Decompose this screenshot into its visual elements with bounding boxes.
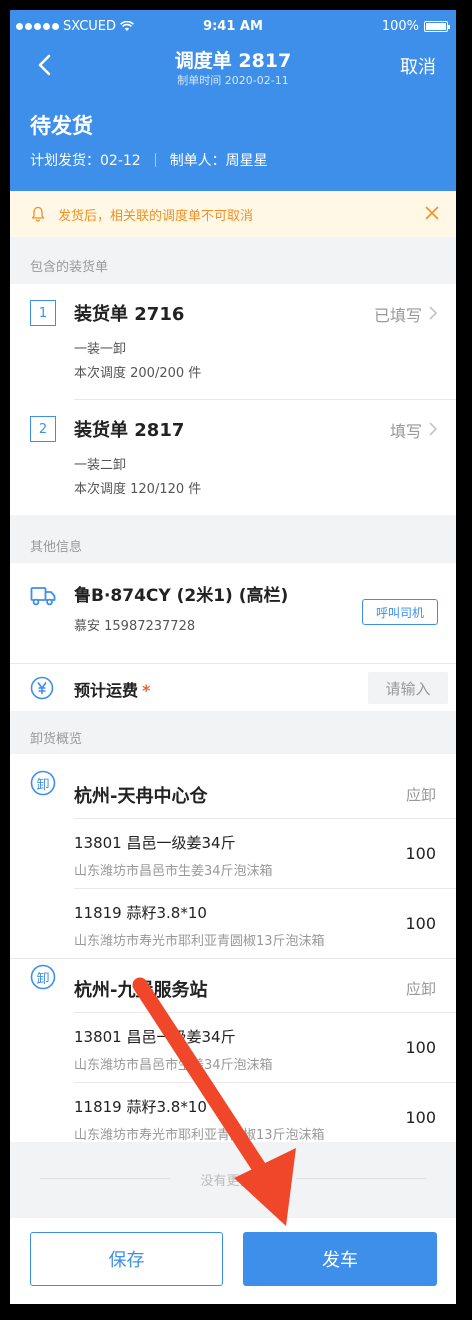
goods-desc: 山东潍坊市昌邑市生姜34斤泡沫箱 [74, 1058, 273, 1073]
goods-qty: 100 [405, 844, 436, 863]
loading-order-title: 装货单 2817 [74, 420, 185, 441]
freight-label: 预计运费 * [74, 677, 150, 701]
divider [74, 818, 456, 819]
unload-icon-label: 卸 [36, 777, 50, 793]
vehicle-plate: 鲁B·874CY (2米1) (高栏) [74, 586, 289, 606]
vehicle-row: 鲁B·874CY (2米1) (高栏) 慕安 15987237728 呼叫司机 [10, 563, 456, 663]
destination-tag: 应卸 [405, 786, 436, 804]
header: SXCUED 9:41 AM 100% 调度单 2817 制单时间 2020-0… [10, 10, 456, 191]
divider [74, 888, 456, 889]
goods-qty: 100 [405, 914, 436, 933]
required-mark: * [142, 681, 151, 700]
warning-notice: 发货后，相关联的调度单不可取消 [10, 191, 456, 237]
destination-name: 杭州-天冉中心仓 [74, 786, 208, 807]
depart-button[interactable]: 发车 [243, 1232, 437, 1286]
truck-icon [30, 587, 56, 606]
goods-name: 11819 蒜籽3.8*10 [74, 904, 207, 922]
destination-name: 杭州-九堡服务站 [74, 980, 208, 1001]
section-label-other: 其他信息 [30, 540, 83, 555]
goods-name: 11819 蒜籽3.8*10 [74, 1098, 207, 1116]
other-info-card: 鲁B·874CY (2米1) (高栏) 慕安 15987237728 呼叫司机 … [10, 563, 456, 711]
divider [74, 1082, 456, 1083]
loading-order-item[interactable]: 1 装货单 2716 一装一卸 本次调度 200/200 件 已填写 [10, 284, 456, 399]
driver-info: 慕安 15987237728 [74, 619, 196, 634]
order-index-badge: 1 [30, 300, 56, 326]
yen-icon [30, 676, 54, 700]
goods-desc: 山东潍坊市寿光市耶利亚青圆椒13斤泡沫箱 [74, 934, 325, 949]
page-subtitle: 制单时间 2020-02-11 [177, 74, 289, 87]
bell-icon [31, 206, 45, 222]
unload-icon-label: 卸 [36, 971, 50, 987]
goods-qty: 100 [405, 1108, 436, 1127]
meta-divider [154, 153, 156, 167]
freight-label-text: 预计运费 [74, 681, 139, 700]
loading-order-item[interactable]: 2 装货单 2817 一装二卸 本次调度 120/120 件 填写 [10, 400, 456, 515]
loading-order-mode: 一装一卸 [74, 342, 127, 357]
chevron-right-icon [429, 422, 438, 436]
phone-screen: SXCUED 9:41 AM 100% 调度单 2817 制单时间 2020-0… [10, 10, 456, 1304]
freight-row: 预计运费 * 请输入 [10, 664, 456, 711]
battery-icon [424, 21, 450, 32]
loading-order-mode: 一装二卸 [74, 458, 127, 473]
divider [74, 1012, 456, 1013]
loading-order-amount: 本次调度 120/120 件 [74, 482, 202, 497]
chevron-right-icon [429, 306, 438, 320]
close-icon[interactable] [424, 205, 440, 221]
order-status: 待发货 [30, 114, 93, 138]
section-label-unloading: 卸货概览 [30, 732, 83, 747]
save-button[interactable]: 保存 [30, 1232, 223, 1286]
freight-input[interactable]: 请输入 [368, 672, 448, 704]
goods-name: 13801 昌邑一级姜34斤 [74, 834, 236, 852]
page-title: 调度单 2817 [174, 50, 292, 72]
goods-qty: 100 [405, 1038, 436, 1057]
battery-percent: 100% [381, 19, 419, 34]
status-bar: SXCUED 9:41 AM 100% [10, 10, 456, 44]
loading-order-status: 已填写 [373, 306, 422, 325]
loading-order-status: 填写 [389, 422, 422, 441]
order-meta: 计划发货：02-12 制单人：周星星 [30, 150, 268, 170]
destination-tag: 应卸 [405, 980, 436, 998]
unloading-card: 卸 杭州-天冉中心仓 应卸 13801 昌邑一级姜34斤 山东潍坊市昌邑市生姜3… [10, 754, 456, 1143]
goods-desc: 山东潍坊市寿光市耶利亚青圆椒13斤泡沫箱 [74, 1128, 325, 1143]
no-more-text: 没有更多了 [200, 1174, 266, 1189]
loading-orders-card: 1 装货单 2716 一装一卸 本次调度 200/200 件 已填写 2 装货单… [10, 284, 456, 515]
plan-date: 计划发货：02-12 [30, 153, 141, 169]
goods-name: 13801 昌邑一级姜34斤 [74, 1028, 236, 1046]
destination-block: 卸 杭州-天冉中心仓 应卸 13801 昌邑一级姜34斤 山东潍坊市昌邑市生姜3… [10, 754, 456, 949]
bottom-action-bar: 保存 发车 [10, 1218, 456, 1304]
call-driver-button[interactable]: 呼叫司机 [362, 599, 438, 625]
loading-order-title: 装货单 2716 [74, 304, 185, 325]
order-index-badge: 2 [30, 416, 56, 442]
goods-desc: 山东潍坊市昌邑市生姜34斤泡沫箱 [74, 864, 273, 879]
section-label-loading: 包含的装货单 [30, 260, 109, 275]
creator: 制单人：周星星 [169, 153, 268, 169]
loading-order-amount: 本次调度 200/200 件 [74, 366, 202, 381]
cancel-button[interactable]: 取消 [400, 53, 436, 79]
notice-text: 发货后，相关联的调度单不可取消 [58, 208, 254, 224]
destination-block: 卸 杭州-九堡服务站 应卸 13801 昌邑一级姜34斤 山东潍坊市昌邑市生姜3… [10, 948, 456, 1143]
